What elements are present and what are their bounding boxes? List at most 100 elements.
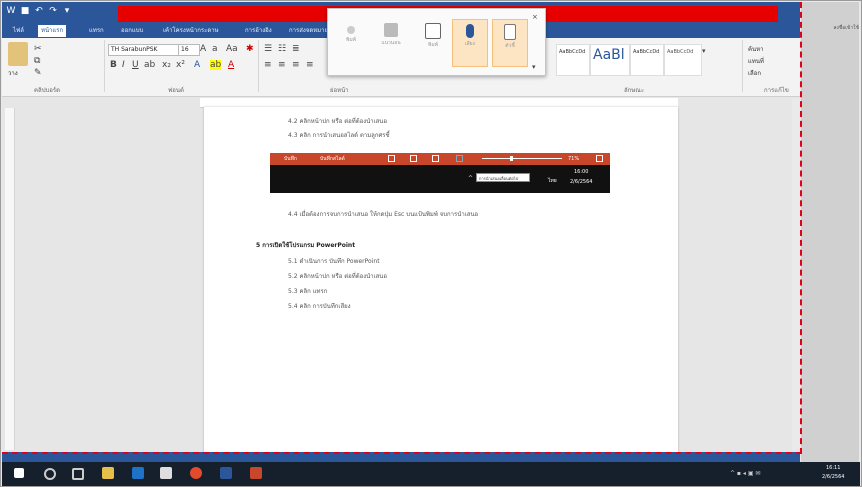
bold-icon[interactable]: B (110, 60, 117, 70)
numbering-icon[interactable]: ☷ (278, 44, 286, 54)
toolbar-item[interactable]: ตัวชี้ (492, 19, 528, 67)
tab-file[interactable]: ไฟล์ (10, 25, 27, 37)
file-explorer-icon[interactable] (102, 467, 114, 479)
group-clipboard-label: คลิปบอร์ด (34, 87, 61, 94)
save-icon[interactable]: ■ (20, 6, 30, 16)
toolbar-item[interactable]: เสียง (452, 19, 488, 67)
tab-mailings[interactable]: การส่งจดหมาย (286, 25, 331, 37)
multilevel-list-icon[interactable]: ≣ (292, 44, 300, 54)
shrink-font-icon[interactable]: a (212, 44, 218, 54)
edge-icon[interactable] (132, 467, 144, 479)
powerpoint-taskbar-icon[interactable] (250, 467, 262, 479)
style-subtitle-text: AaBbCcDd (633, 49, 660, 55)
font-color-icon[interactable]: A (228, 60, 234, 70)
screen-area-icon (425, 23, 441, 39)
slideshow-icon[interactable] (456, 155, 463, 162)
subscript-icon[interactable]: x₂ (162, 60, 171, 70)
cut-icon[interactable]: ✂ (34, 44, 42, 54)
align-right-icon[interactable]: ≡ (292, 60, 300, 70)
slide-sorter-icon[interactable] (388, 155, 395, 162)
zoom-slider[interactable] (482, 158, 562, 159)
group-editing-label: การแก้ไข (764, 87, 789, 94)
style-normal-text: AaBbCcDd (559, 49, 586, 55)
group-paragraph-label: ย่อหน้า (330, 87, 349, 94)
slideshow-tooltip: การนำเสนอเลื่อนต่อไป (476, 173, 530, 182)
justify-icon[interactable]: ≡ (306, 60, 314, 70)
group-font-label: ฟอนต์ (168, 87, 184, 94)
system-tray-icons[interactable]: ^ ▪ ◂ ▣ ✉ (730, 470, 760, 477)
vertical-scrollbar[interactable] (792, 98, 800, 450)
select-button[interactable]: เลือก (748, 68, 761, 78)
replace-button[interactable]: แทนที่ (748, 56, 764, 66)
pointer-icon (504, 24, 516, 40)
normal-view-icon[interactable] (432, 155, 439, 162)
undo-icon[interactable]: ↶ (34, 6, 44, 16)
tab-design[interactable]: ออกแบบ (118, 25, 146, 37)
zoom-percent: 71% (568, 156, 580, 162)
underline-icon[interactable]: U (132, 60, 139, 70)
bullets-icon[interactable]: ☰ (264, 44, 272, 54)
task-view-icon[interactable] (72, 468, 84, 480)
zoom-slider-thumb[interactable] (510, 156, 513, 161)
store-icon[interactable] (160, 467, 172, 479)
styles-more-icon[interactable]: ▾ (702, 46, 706, 56)
tab-insert[interactable]: แทรก (86, 25, 107, 37)
language-indicator: ไทย (548, 178, 557, 184)
highlight-dashed-border-right (800, 2, 802, 454)
close-icon[interactable]: × (532, 13, 538, 21)
toolbar-item[interactable]: พิมพ์ (334, 19, 368, 65)
reading-view-icon[interactable] (410, 155, 417, 162)
taskbar-date: 2/6/2564 (822, 474, 845, 480)
ribbon-separator (104, 40, 105, 92)
copy-icon[interactable]: ⧉ (34, 56, 40, 66)
chevron-up-icon: ^ (468, 175, 474, 182)
ribbon-separator (742, 40, 743, 92)
fit-window-icon[interactable] (596, 155, 603, 162)
font-name-select[interactable]: TH SarabunPSK (108, 44, 180, 56)
chrome-icon[interactable] (190, 467, 202, 479)
right-gray-panel (801, 2, 859, 462)
style-subtitle[interactable]: AaBbCcDd (630, 44, 664, 76)
toolbar-item[interactable]: พิมพ์ (416, 19, 450, 65)
doc-heading: 5 การเปิดใช้โปรแกรม PowerPoint (256, 242, 356, 249)
toolbar-item[interactable]: แนวนอน (374, 19, 408, 65)
signin-label[interactable]: ลงชื่อเข้าใช้ (803, 24, 859, 32)
search-icon[interactable] (44, 468, 56, 480)
strikethrough-icon[interactable]: ab (144, 60, 155, 70)
align-center-icon[interactable]: ≡ (278, 60, 286, 70)
style-emphasis[interactable]: AaBbCcDd (664, 44, 702, 76)
text-effects-icon[interactable]: A (194, 60, 200, 70)
doc-line: 5.1 ดำเนินการ บันทึก PowerPoint (288, 258, 380, 265)
toolbar-item-label: เสียง (464, 41, 476, 47)
doc-line: 4.2 คลิกหน้าปก หรือ ต่อที่ต้องนำเสนอ (288, 118, 388, 125)
grow-font-icon[interactable]: A (200, 44, 206, 54)
style-heading[interactable]: AaBl (590, 44, 630, 76)
style-emphasis-text: AaBbCcDd (667, 49, 694, 55)
doc-line: 5.2 คลิกหน้าปก หรือ ต่อที่ต้องนำเสนอ (288, 273, 388, 280)
change-case-icon[interactable]: Aa (226, 44, 238, 54)
word-taskbar-icon[interactable] (220, 467, 232, 479)
tab-layout[interactable]: เค้าโครงหน้ากระดาษ (160, 25, 222, 37)
clear-format-icon[interactable]: ✱ (246, 44, 254, 54)
highlight-icon[interactable]: ab (210, 60, 222, 70)
toolbar-item-label: พิมพ์ (428, 42, 438, 48)
customize-qat-icon[interactable]: ▾ (62, 6, 72, 16)
stop-icon (384, 23, 398, 37)
windows-start-icon[interactable] (14, 468, 24, 478)
redo-icon[interactable]: ↷ (48, 6, 58, 16)
find-button[interactable]: ค้นหา (748, 44, 763, 54)
taskbar-time: 16:11 (826, 465, 841, 471)
paste-icon[interactable] (8, 42, 28, 66)
toolbar-item-label: แนวนอน (381, 40, 401, 46)
style-normal[interactable]: AaBbCcDd (556, 44, 590, 76)
font-size-select[interactable]: 16 (178, 44, 200, 56)
tab-references[interactable]: การอ้างอิง (242, 25, 275, 37)
align-left-icon[interactable]: ≡ (264, 60, 272, 70)
chevron-down-icon[interactable]: ▾ (532, 63, 536, 71)
superscript-icon[interactable]: x² (176, 60, 185, 70)
floating-toolbar: พิมพ์ แนวนอน พิมพ์ เสียง ตัวชี้ × ▾ (327, 8, 546, 76)
toolbar-item-label: ตัวชี้ (505, 43, 515, 49)
italic-icon[interactable]: I (122, 60, 125, 70)
tab-home[interactable]: หน้าแรก (38, 25, 67, 37)
format-painter-icon[interactable]: ✎ (34, 68, 42, 78)
